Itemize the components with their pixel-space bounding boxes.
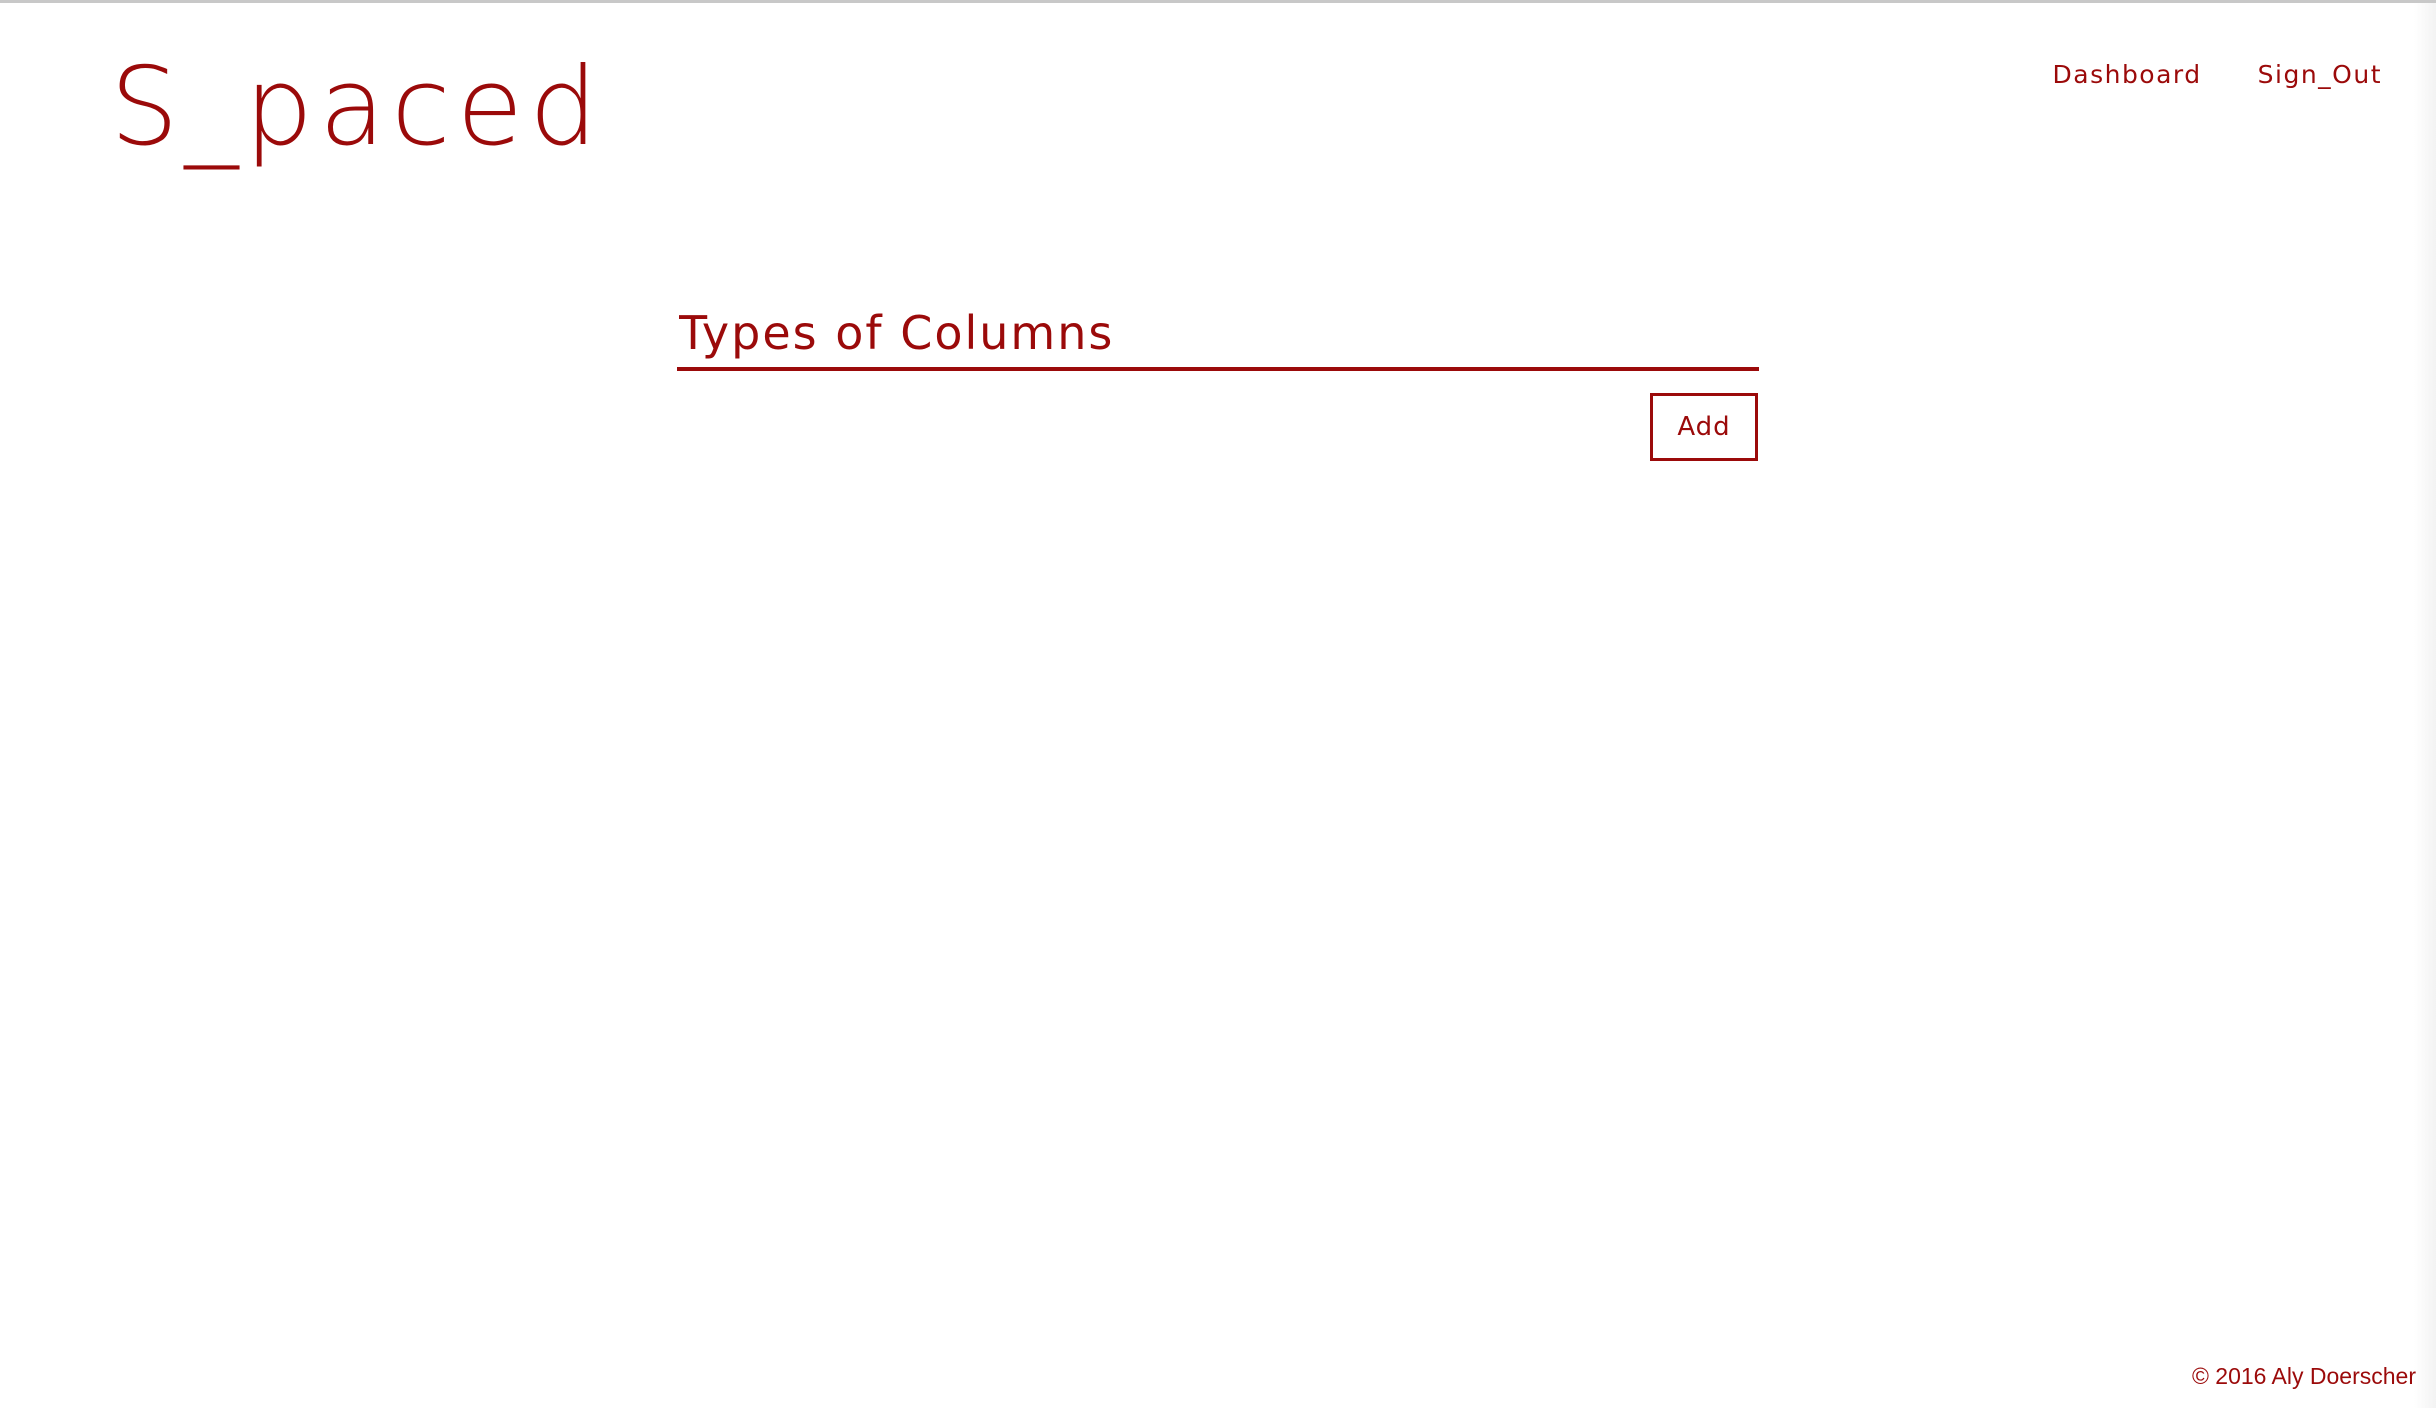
topic-input[interactable] (677, 303, 1759, 371)
nav-link-dashboard[interactable]: Dashboard (2053, 55, 2202, 95)
page-edge-shadow (2414, 3, 2436, 1408)
site-logo[interactable]: S_paced (110, 43, 604, 173)
app-page: S_paced Dashboard Sign_Out Add © 2016 Al… (0, 0, 2436, 1408)
nav-link-sign-out[interactable]: Sign_Out (2258, 55, 2382, 95)
top-nav: Dashboard Sign_Out (2053, 55, 2383, 95)
add-button[interactable]: Add (1650, 393, 1758, 461)
footer-copyright: © 2016 Aly Doerscher (2191, 1363, 2416, 1389)
